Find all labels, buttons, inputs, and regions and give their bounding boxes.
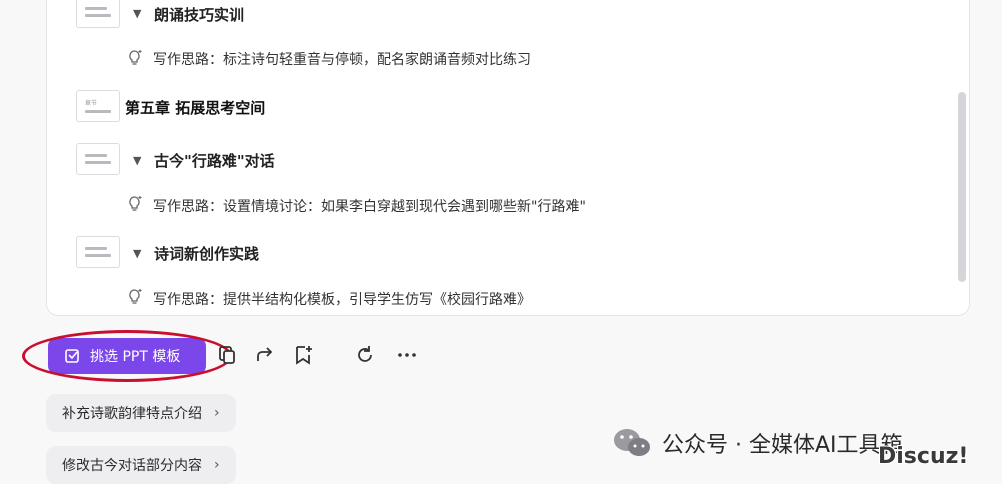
chevron-right-icon: › bbox=[214, 457, 220, 473]
caret-down-icon[interactable]: ▼ bbox=[133, 247, 141, 260]
watermark-text: 公众号 · 全媒体AI工具箱 bbox=[662, 433, 903, 458]
section-note: 写作思路：标注诗句轻重音与停顿，配名家朗诵音频对比练习 bbox=[153, 52, 531, 68]
slide-thumbnail[interactable] bbox=[76, 236, 120, 268]
suggestion-label: 补充诗歌韵律特点介绍 bbox=[62, 406, 202, 422]
slide-thumbnail[interactable] bbox=[76, 143, 120, 175]
section-note: 写作思路：设置情境讨论：如果李白穿越到现代会遇到哪些新"行路难" bbox=[153, 199, 586, 215]
section-title: 古今"行路难"对话 bbox=[154, 152, 275, 170]
chevron-right-icon: › bbox=[214, 405, 220, 421]
suggestion-label: 修改古今对话部分内容 bbox=[62, 458, 202, 474]
scrollbar-thumb[interactable] bbox=[958, 92, 966, 282]
select-ppt-template-label: 挑选 PPT 模板 bbox=[90, 349, 181, 365]
select-ppt-template-button[interactable]: 挑选 PPT 模板 bbox=[48, 338, 206, 374]
copy-icon[interactable] bbox=[216, 344, 238, 366]
refresh-icon[interactable] bbox=[354, 344, 376, 366]
slide-thumbnail[interactable]: 章节 bbox=[76, 90, 120, 122]
section-title: 朗诵技巧实训 bbox=[154, 6, 245, 24]
wechat-watermark: 公众号 · 全媒体AI工具箱 bbox=[612, 426, 903, 460]
template-icon bbox=[65, 349, 79, 363]
caret-down-icon[interactable]: ▼ bbox=[133, 154, 141, 167]
lightbulb-icon bbox=[129, 50, 142, 65]
lightbulb-icon bbox=[129, 196, 142, 211]
suggestion-chip[interactable]: 补充诗歌韵律特点介绍 › bbox=[46, 394, 236, 432]
caret-down-icon[interactable]: ▼ bbox=[133, 7, 141, 20]
section-title: 诗词新创作实践 bbox=[154, 245, 260, 263]
chapter-title: 第五章 拓展思考空间 bbox=[125, 99, 266, 117]
suggestion-chip[interactable]: 修改古今对话部分内容 › bbox=[46, 446, 236, 484]
slide-thumbnail[interactable] bbox=[76, 0, 120, 28]
discuz-watermark: Discuz! bbox=[878, 444, 969, 469]
bookmark-add-icon[interactable] bbox=[292, 344, 314, 366]
section-note: 写作思路：提供半结构化模板，引导学生仿写《校园行路难》 bbox=[153, 292, 531, 308]
wechat-icon bbox=[614, 429, 650, 456]
share-icon[interactable] bbox=[254, 344, 276, 366]
more-icon[interactable] bbox=[396, 344, 418, 366]
lightbulb-icon bbox=[129, 289, 142, 304]
